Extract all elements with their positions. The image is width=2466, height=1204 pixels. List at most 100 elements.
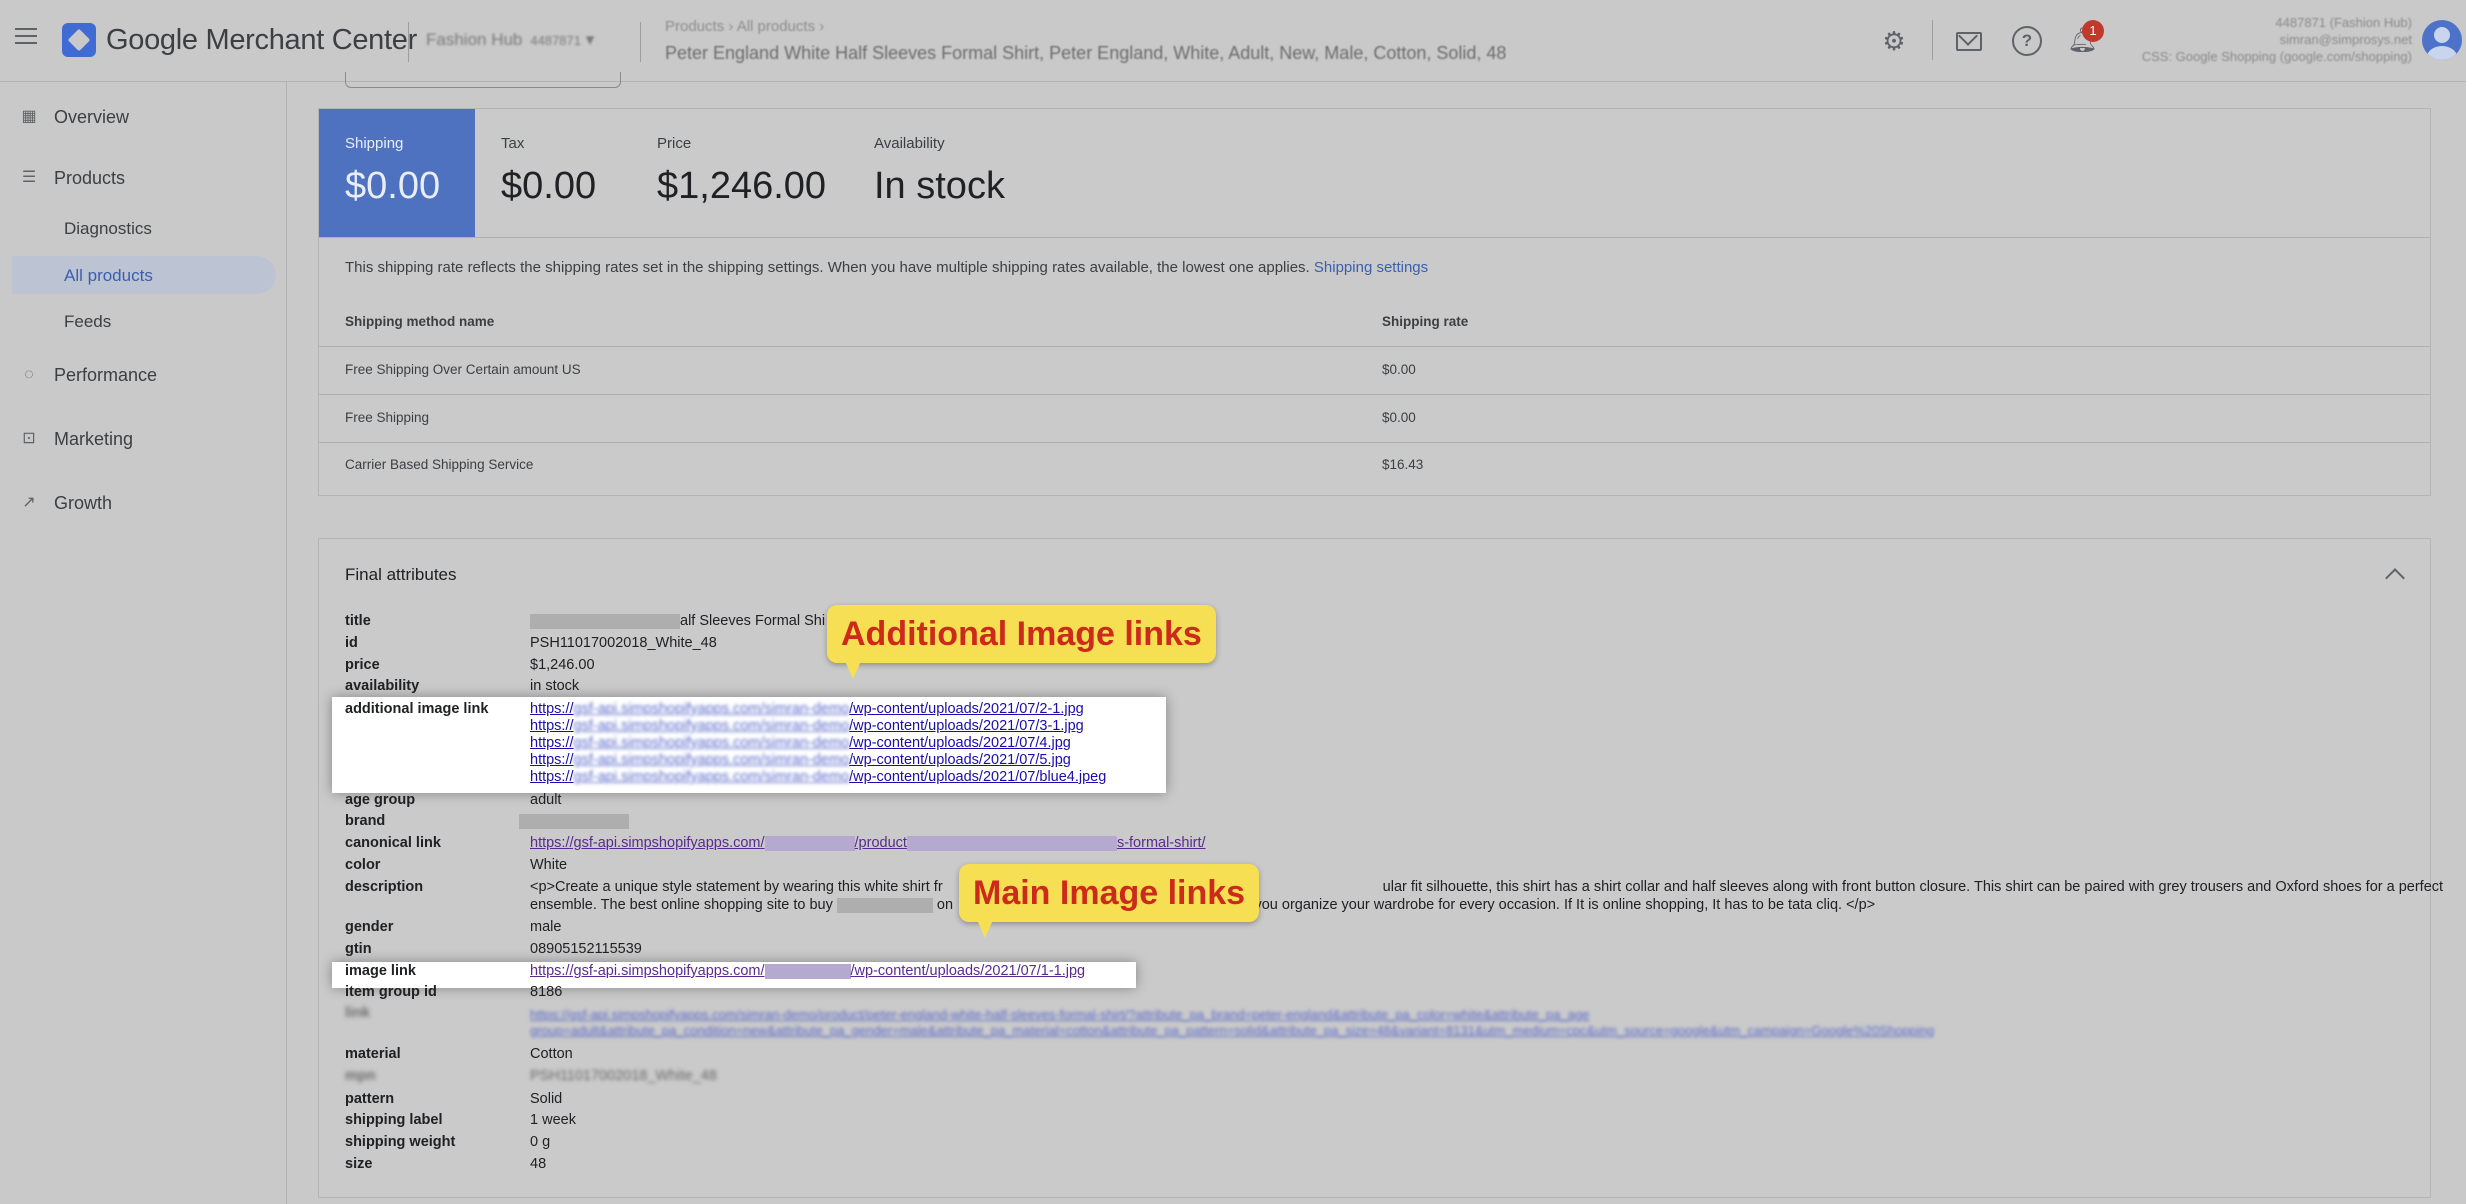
shipping-panel: Shipping $0.00 Tax $0.00 Price $1,246.00… <box>318 108 2431 496</box>
shipping-row-rate: $16.43 <box>1382 457 1424 472</box>
additional-image-link-2[interactable]: https://gsf-api.simpshopifyapps.com/simr… <box>530 718 1084 734</box>
attr-value-description-line-1: <p>Create a unique style statement by we… <box>530 879 2444 895</box>
attr-key-image-link: image link <box>345 963 416 979</box>
chevron-up-icon[interactable] <box>2385 568 2405 588</box>
attr-key-shipping-label: shipping label <box>345 1112 443 1128</box>
sidebar-item-overview[interactable]: ▦ Overview <box>0 96 280 138</box>
summary-availability: Availability In stock <box>874 135 1005 207</box>
attr-key-material: material <box>345 1046 401 1062</box>
attr-value-mpn: PSH11017002018_White_48 <box>530 1068 717 1084</box>
attr-value-color: White <box>530 857 568 873</box>
sidebar-item-diagnostics[interactable]: Diagnostics <box>12 209 276 247</box>
attr-key-gtin: gtin <box>345 941 372 957</box>
list-icon: ☰ <box>21 169 37 186</box>
attr-key-item-group-id: item group id <box>345 984 437 1000</box>
sidebar-item-feeds[interactable]: Feeds <box>12 302 276 340</box>
app-title: Google Merchant Center <box>106 24 417 56</box>
shipping-row-name: Carrier Based Shipping Service <box>345 457 534 472</box>
divider <box>1932 20 1933 60</box>
divider <box>408 22 409 62</box>
attr-key-shipping-weight: shipping weight <box>345 1134 456 1150</box>
attr-key-additional-image-link: additional image link <box>345 701 489 717</box>
gear-icon[interactable]: ⚙ <box>1879 26 1909 56</box>
attr-value-gtin: 08905152115539 <box>530 941 642 957</box>
divider <box>319 237 2430 238</box>
attr-value-id: PSH11017002018_White_48 <box>530 635 717 651</box>
menu-icon[interactable] <box>15 28 37 46</box>
attr-value-material: Cotton <box>530 1046 573 1062</box>
attr-key-brand: brand <box>345 813 386 829</box>
col-shipping-method: Shipping method name <box>345 314 495 329</box>
shipping-row-rate: $0.00 <box>1382 410 1416 425</box>
attr-value-shipping-weight: 0 g <box>530 1134 551 1150</box>
attr-value-shipping-label: 1 week <box>530 1112 576 1128</box>
additional-image-link-4[interactable]: https://gsf-api.simpshopifyapps.com/simr… <box>530 752 1071 768</box>
notification-badge: 1 <box>2082 20 2104 42</box>
attr-key-pattern: pattern <box>345 1091 395 1107</box>
shipping-note: This shipping rate reflects the shipping… <box>345 259 1429 276</box>
attr-key-id: id <box>345 635 358 651</box>
sidebar: ▦ Overview ☰ Products Diagnostics All pr… <box>0 82 287 1204</box>
sidebar-item-performance[interactable]: ◌ Performance <box>0 354 280 396</box>
table-divider <box>319 346 2430 347</box>
additional-image-link-3[interactable]: https://gsf-api.simpshopifyapps.com/simr… <box>530 735 1071 751</box>
performance-icon: ◌ <box>24 366 34 383</box>
attr-value-age-group: adult <box>530 792 562 808</box>
callout-main-image-links: Main Image links <box>959 864 1260 938</box>
breadcrumb[interactable]: Products › All products › <box>665 18 824 35</box>
shipping-row-name: Free Shipping Over Certain amount US <box>345 362 581 377</box>
table-divider <box>319 442 2430 443</box>
view-button[interactable] <box>345 72 621 88</box>
divider <box>640 22 641 62</box>
page-title: Peter England White Half Sleeves Formal … <box>665 43 1507 63</box>
attr-value-item-group-id: 8186 <box>530 984 563 1000</box>
additional-image-link-5[interactable]: https://gsf-api.simpshopifyapps.com/simr… <box>530 769 1106 785</box>
summary-shipping[interactable]: Shipping $0.00 <box>319 109 475 237</box>
summary-price: Price $1,246.00 <box>657 135 827 207</box>
attr-value-size: 48 <box>530 1156 547 1172</box>
account-selector[interactable]: Fashion Hub 4487871 ▾ <box>426 30 594 50</box>
attr-key-availability: availability <box>345 678 420 694</box>
col-shipping-rate: Shipping rate <box>1382 314 1469 329</box>
attr-key-link: link <box>345 1005 370 1021</box>
mail-icon[interactable] <box>1956 32 1982 51</box>
avatar[interactable] <box>2422 20 2462 60</box>
shipping-row-name: Free Shipping <box>345 410 430 425</box>
attr-key-title: title <box>345 613 371 629</box>
merchant-center-logo-icon <box>62 23 96 57</box>
callout-additional-image-links: Additional Image links <box>827 605 1216 679</box>
summary-tax: Tax $0.00 <box>501 135 597 207</box>
attr-value-availability: in stock <box>530 678 580 694</box>
additional-image-link-1[interactable]: https://gsf-api.simpshopifyapps.com/simr… <box>530 701 1084 717</box>
sidebar-item-products[interactable]: ☰ Products <box>0 157 280 199</box>
trend-icon: ↗ <box>22 494 36 511</box>
attr-value-pattern: Solid <box>530 1091 563 1107</box>
attr-key-mpn: mpn <box>345 1068 376 1084</box>
attr-value-title: alf Sleeves Formal Shi <box>530 613 825 629</box>
attr-key-color: color <box>345 857 381 873</box>
image-link[interactable]: https://gsf-api.simpshopifyapps.com//wp-… <box>530 963 1085 979</box>
attr-value-brand <box>519 813 629 829</box>
product-link-line-1[interactable]: https://gsf-api.simpshopifyapps.com/simr… <box>530 1007 1589 1022</box>
dashboard-icon: ▦ <box>21 108 37 125</box>
attr-key-gender: gender <box>345 919 394 935</box>
section-title: Final attributes <box>345 565 457 584</box>
sidebar-item-all-products[interactable]: All products <box>12 256 276 294</box>
table-divider <box>319 394 2430 395</box>
account-info: 4487871 (Fashion Hub) simran@simprosys.n… <box>2141 15 2412 64</box>
attr-key-age-group: age group <box>345 792 416 808</box>
attr-key-price: price <box>345 657 380 673</box>
attr-key-size: size <box>345 1156 373 1172</box>
shipping-row-rate: $0.00 <box>1382 362 1416 377</box>
help-icon[interactable]: ? <box>2012 26 2042 56</box>
shipping-settings-link[interactable]: Shipping settings <box>1314 259 1428 276</box>
product-link-line-2[interactable]: group=adult&attribute_pa_condition=new&a… <box>530 1023 1934 1038</box>
sidebar-item-growth[interactable]: ↗ Growth <box>0 482 280 524</box>
attr-value-gender: male <box>530 919 562 935</box>
canonical-link[interactable]: https://gsf-api.simpshopifyapps.com//pro… <box>530 835 1206 851</box>
attr-value-price: $1,246.00 <box>530 657 595 673</box>
sidebar-item-marketing[interactable]: ⊡ Marketing <box>0 418 280 460</box>
attr-key-canonical-link: canonical link <box>345 835 441 851</box>
top-app-bar: Google Merchant Center Fashion Hub 448787… <box>0 0 2466 82</box>
attr-key-description: description <box>345 879 424 895</box>
